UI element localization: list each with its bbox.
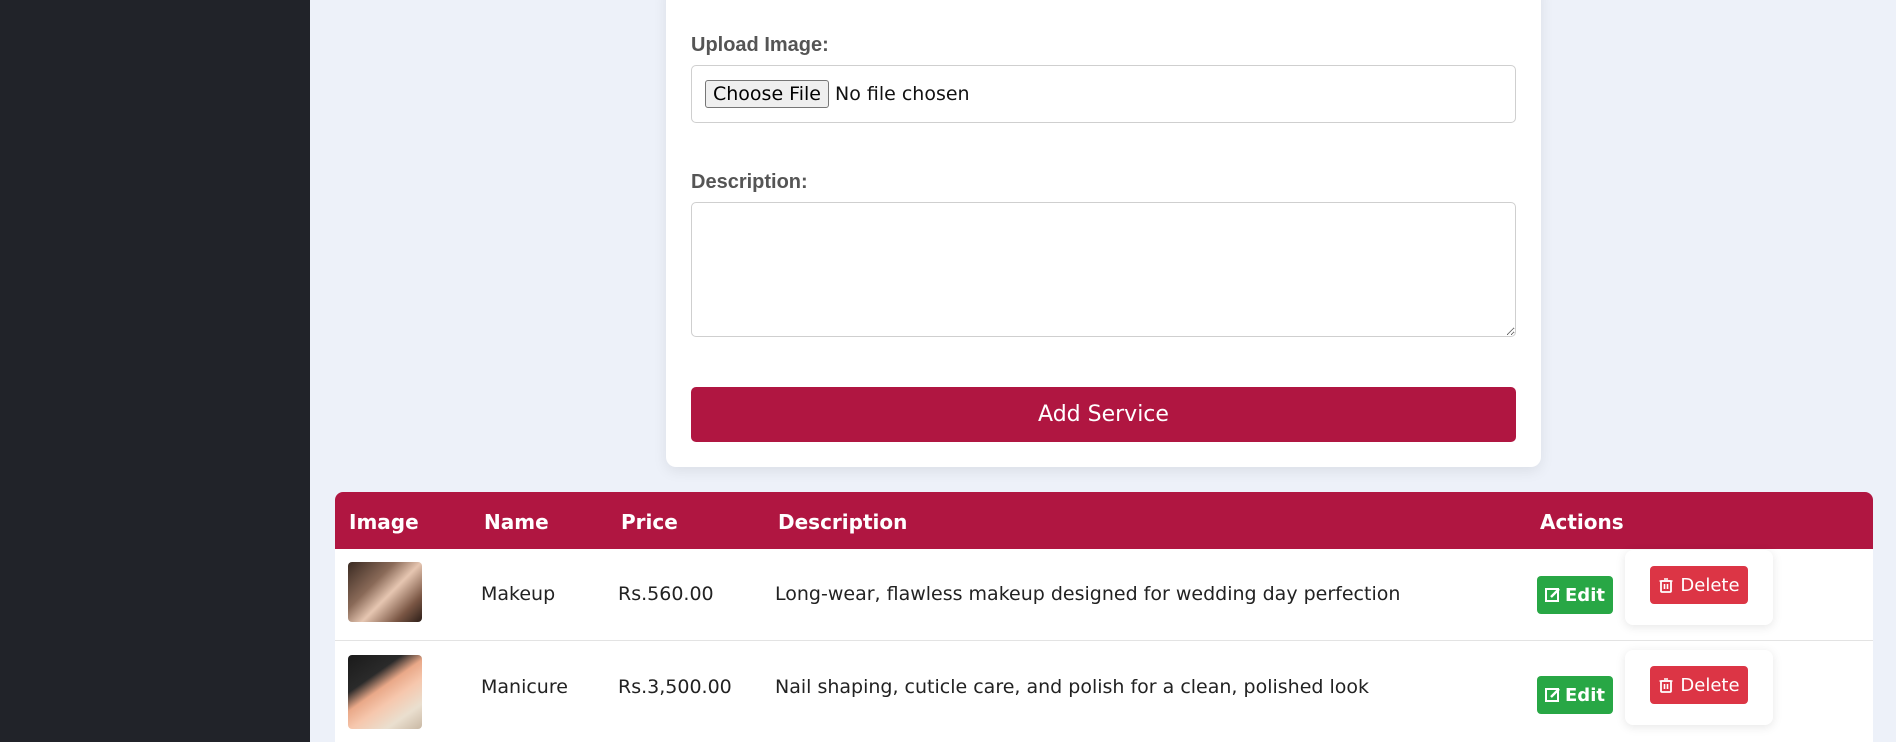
service-description: Long-wear, flawless makeup designed for … — [775, 583, 1401, 605]
description-textarea[interactable] — [691, 202, 1516, 337]
service-price: Rs.560.00 — [618, 583, 714, 605]
trash-icon — [1658, 677, 1674, 693]
edit-button[interactable]: Edit — [1537, 576, 1613, 614]
service-description: Nail shaping, cuticle care, and polish f… — [775, 676, 1370, 698]
table-header: Image Name Price Description Actions — [335, 492, 1873, 549]
delete-button[interactable]: Delete — [1650, 666, 1748, 704]
column-header-name: Name — [484, 510, 549, 534]
table-row: Manicure Rs.3,500.00 Nail shaping, cutic… — [335, 642, 1873, 734]
column-header-price: Price — [621, 510, 678, 534]
delete-container: Delete — [1625, 650, 1773, 725]
service-name: Manicure — [481, 676, 568, 698]
choose-file-button[interactable]: Choose File — [705, 80, 829, 108]
edit-icon — [1545, 587, 1561, 603]
service-name: Makeup — [481, 583, 556, 605]
trash-icon — [1658, 577, 1674, 593]
edit-label: Edit — [1565, 684, 1605, 706]
add-service-form: Upload Image: Choose File No file chosen… — [666, 0, 1541, 467]
service-image — [348, 562, 422, 622]
column-header-actions: Actions — [1540, 510, 1624, 534]
add-service-button[interactable]: Add Service — [691, 387, 1516, 442]
delete-label: Delete — [1680, 674, 1740, 696]
service-price: Rs.3,500.00 — [618, 676, 732, 698]
services-table: Image Name Price Description Actions Mak… — [335, 492, 1873, 742]
description-label: Description: — [691, 171, 808, 193]
service-image — [348, 655, 422, 729]
delete-label: Delete — [1680, 574, 1740, 596]
column-header-description: Description — [778, 510, 908, 534]
table-row: Makeup Rs.560.00 Long-wear, flawless mak… — [335, 549, 1873, 641]
column-header-image: Image — [349, 510, 419, 534]
delete-container: Delete — [1625, 550, 1773, 625]
sidebar — [0, 0, 310, 742]
delete-button[interactable]: Delete — [1650, 566, 1748, 604]
edit-icon — [1545, 687, 1561, 703]
upload-image-label: Upload Image: — [691, 34, 829, 56]
edit-label: Edit — [1565, 584, 1605, 606]
edit-button[interactable]: Edit — [1537, 676, 1613, 714]
file-status-text: No file chosen — [834, 83, 970, 105]
upload-image-input[interactable]: Choose File No file chosen — [691, 65, 1516, 123]
